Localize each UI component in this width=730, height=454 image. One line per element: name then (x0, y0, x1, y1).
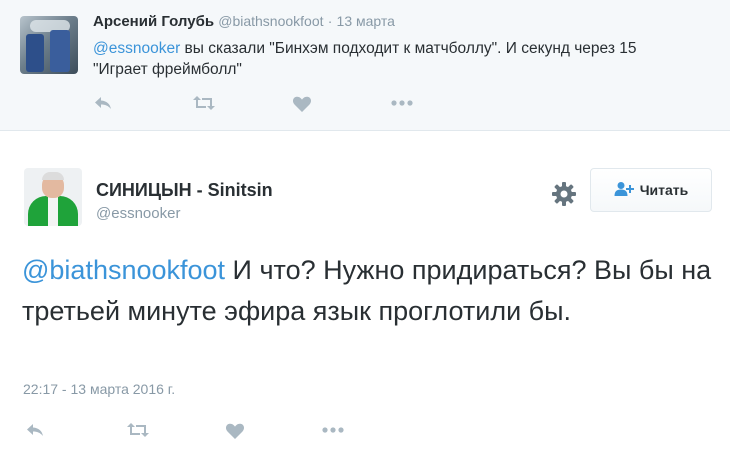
reply-tweet-card[interactable]: Арсений Голубь @biathsnookfoot · 13 март… (0, 0, 730, 131)
reply-tweet-date[interactable]: 13 марта (337, 13, 395, 29)
main-author-avatar[interactable] (24, 168, 82, 226)
main-tweet-text: @biathsnookfoot И что? Нужно придираться… (22, 250, 722, 332)
reply-tweet-text: @essnooker вы сказали "Бинхэм подходит к… (93, 38, 713, 80)
follow-button[interactable]: Читать (590, 168, 712, 212)
reply-text-line2: "Играет фреймболл" (93, 61, 242, 78)
reply-mention-link[interactable]: @essnooker (93, 40, 180, 57)
reply-author-name[interactable]: Арсений Голубь (93, 13, 214, 30)
main-author-handle[interactable]: @essnooker (96, 205, 180, 222)
add-user-icon (614, 181, 634, 200)
main-mention-link[interactable]: @biathsnookfoot (22, 255, 225, 285)
like-icon[interactable] (292, 95, 312, 113)
reply-tweet-header: Арсений Голубь @biathsnookfoot · 13 март… (93, 13, 395, 30)
follow-button-label: Читать (639, 182, 689, 198)
reply-author-handle[interactable]: @biathsnookfoot (218, 13, 323, 29)
separator-dot: · (327, 13, 333, 29)
reply-author-avatar[interactable] (20, 16, 78, 74)
reply-text-line1: вы сказали "Бинхэм подходит к матчболлу"… (180, 40, 637, 57)
main-author-name[interactable]: СИНИЦЫН - Sinitsin (96, 180, 273, 201)
reply-icon[interactable] (93, 95, 113, 111)
retweet-icon[interactable] (192, 95, 216, 111)
gear-icon[interactable] (551, 181, 577, 207)
reply-icon[interactable] (25, 422, 45, 438)
main-tweet-timestamp[interactable]: 22:17 - 13 марта 2016 г. (23, 381, 175, 397)
like-icon[interactable] (225, 422, 245, 440)
more-icon[interactable] (390, 95, 414, 111)
retweet-icon[interactable] (126, 422, 150, 438)
more-icon[interactable] (321, 422, 345, 438)
